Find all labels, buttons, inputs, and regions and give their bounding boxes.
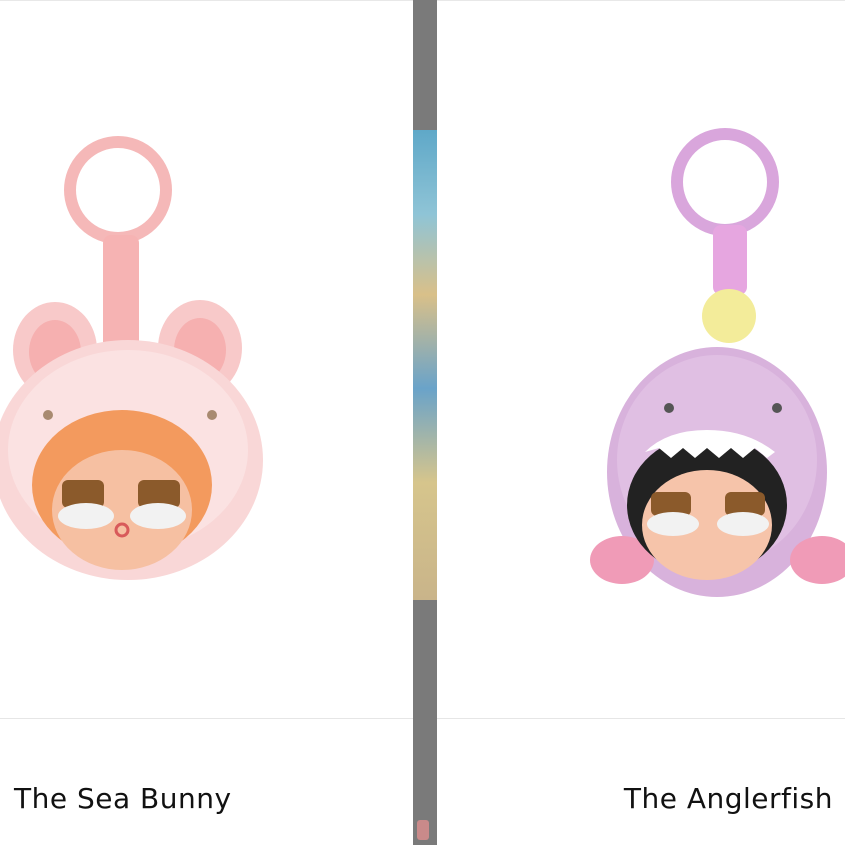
product-card-sea-bunny[interactable]: The Sea Bunny [0,0,413,845]
sea-bunny-keychain-image[interactable] [0,120,413,720]
anglerfish-keychain-image[interactable] [437,120,845,720]
card-divider-line [437,718,845,719]
card-divider-line [0,718,413,719]
adjacent-product-peek-bottom [417,820,429,840]
carousel-gap [413,0,437,845]
card-top-border [437,0,845,1]
product-title[interactable]: The Sea Bunny [14,782,232,815]
adjacent-product-peek[interactable] [413,130,437,600]
card-top-border [0,0,413,1]
product-card-anglerfish[interactable]: The Anglerfish [437,0,845,845]
product-title[interactable]: The Anglerfish [624,782,833,815]
